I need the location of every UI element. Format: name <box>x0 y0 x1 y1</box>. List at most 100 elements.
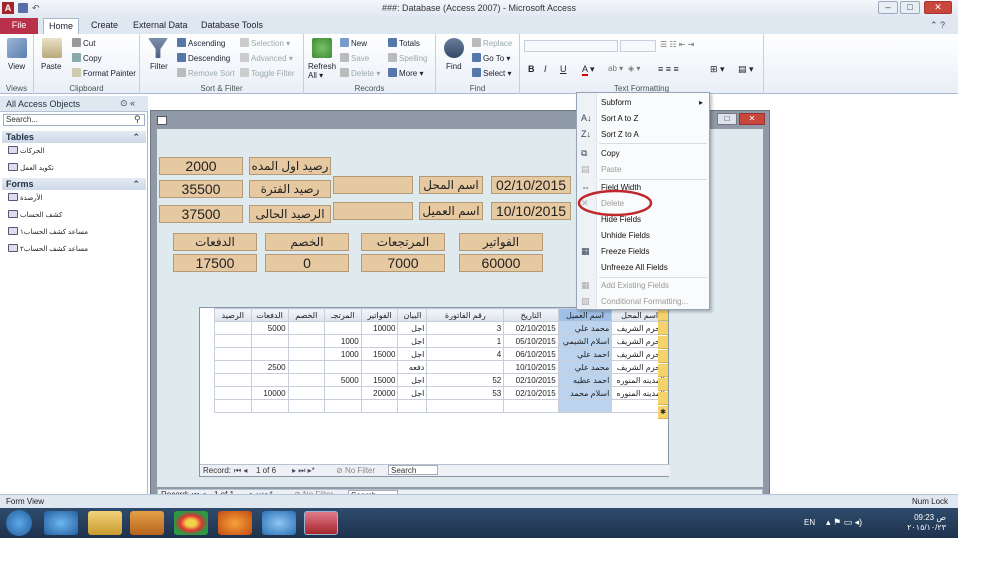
table-cell[interactable]: 5000 <box>250 321 289 335</box>
chrome-icon[interactable] <box>174 511 208 535</box>
table-cell[interactable]: 20000 <box>360 386 399 400</box>
store-name-input[interactable] <box>333 176 413 194</box>
table-cell[interactable]: اجل <box>397 373 428 387</box>
table-cell[interactable] <box>214 386 252 400</box>
new-record-button[interactable]: New <box>340 38 367 48</box>
menu-item-sort-a-z[interactable]: Sort A to Z <box>601 114 638 123</box>
table-cell[interactable]: محمد علي <box>557 321 613 335</box>
table-cell[interactable] <box>214 399 252 413</box>
table-cell[interactable]: اسلام محمد <box>557 386 613 400</box>
table-cell[interactable]: اجل <box>397 321 428 335</box>
view-icon[interactable] <box>7 38 27 58</box>
table-cell[interactable] <box>287 386 326 400</box>
nav-table-item[interactable]: تكويد العمل <box>8 163 54 172</box>
internet-explorer-icon[interactable] <box>44 511 78 535</box>
row-selector[interactable] <box>658 322 668 335</box>
tab-home[interactable]: Home <box>43 18 79 34</box>
format-painter-button[interactable]: Format Painter <box>72 68 136 78</box>
opening-balance-value[interactable]: 2000 <box>159 157 243 175</box>
table-cell[interactable] <box>503 399 559 413</box>
table-cell[interactable]: 05/10/2015 <box>503 334 559 348</box>
col-header-balance[interactable]: الرصيد <box>214 308 252 322</box>
table-cell[interactable] <box>324 321 362 335</box>
table-cell[interactable]: دفعه <box>397 360 428 374</box>
table-cell[interactable]: 1 <box>426 334 505 348</box>
row-selector[interactable] <box>658 336 668 349</box>
highlight-color-button[interactable]: ab ▾ <box>608 64 623 73</box>
row-selector[interactable] <box>658 392 668 405</box>
next-record-button[interactable]: ▸ ⏭ ▸* <box>292 465 315 476</box>
table-cell[interactable] <box>214 360 252 374</box>
table-cell[interactable] <box>250 373 289 387</box>
table-cell[interactable]: 06/10/2015 <box>503 347 559 361</box>
invoices-value[interactable]: 60000 <box>459 254 543 272</box>
start-button-icon[interactable] <box>6 510 32 536</box>
menu-item-paste[interactable]: Paste <box>601 165 621 174</box>
table-cell[interactable] <box>214 373 252 387</box>
menu-item-conditional-formatting[interactable]: Conditional Formatting... <box>601 297 688 306</box>
table-row[interactable]: 5000 15000 اجل 52 02/10/2015 احمد عطيه المدينه… <box>214 373 668 387</box>
table-cell[interactable]: 3 <box>426 321 505 335</box>
fill-color-button[interactable]: ◈ ▾ <box>628 64 640 73</box>
table-row[interactable]: 1000 اجل 1 05/10/2015 اسلام الشيمي الحرم الشر… <box>214 334 668 348</box>
alt-row-color-button[interactable]: ▤ ▾ <box>738 64 754 75</box>
nav-table-item[interactable]: الحركات <box>8 146 45 155</box>
menu-item-unfreeze-all[interactable]: Unfreeze All Fields <box>601 263 668 272</box>
menu-item-freeze-fields[interactable]: Freeze Fields <box>601 247 649 256</box>
table-row[interactable]: 2500 دفعه 10/10/2015 محمد علي الحرم الشريف <box>214 360 668 374</box>
col-header-returns[interactable]: المرتجـ <box>324 308 362 322</box>
goto-button[interactable]: Go To ▾ <box>472 53 510 63</box>
form-close-button[interactable]: ✕ <box>739 113 765 125</box>
table-cell[interactable] <box>557 399 613 413</box>
form-restore-button[interactable]: □ <box>717 113 737 125</box>
table-cell[interactable] <box>214 334 252 348</box>
nav-form-item[interactable]: مساعد كشف الحساب٢ <box>8 244 88 253</box>
payments-value[interactable]: 17500 <box>173 254 257 272</box>
search-icon[interactable]: ⚲ <box>134 114 141 125</box>
advanced-button[interactable]: Advanced ▾ <box>240 53 293 63</box>
nav-search-input[interactable]: Search... <box>3 114 145 126</box>
table-cell[interactable]: 4 <box>426 347 505 361</box>
menu-item-unhide-fields[interactable]: Unhide Fields <box>601 231 650 240</box>
font-name-dropdown[interactable] <box>524 40 618 52</box>
tab-database-tools[interactable]: Database Tools <box>201 18 263 34</box>
col-header-payments[interactable]: الدفعات <box>250 308 289 322</box>
current-balance-value[interactable]: 37500 <box>159 205 243 223</box>
returns-value[interactable]: 7000 <box>361 254 445 272</box>
no-filter-indicator[interactable]: ⊘ No Filter <box>336 465 375 476</box>
cut-button[interactable]: Cut <box>72 38 95 48</box>
app-icon[interactable] <box>262 511 296 535</box>
funnel-icon[interactable] <box>148 38 168 58</box>
table-cell[interactable] <box>360 399 399 413</box>
menu-item-copy[interactable]: Copy <box>601 149 620 158</box>
table-row[interactable]: 10000 20000 اجل 53 02/10/2015 اسلام محمد المدي… <box>214 386 668 400</box>
table-cell[interactable]: 02/10/2015 <box>503 373 559 387</box>
tray-icons[interactable]: ▴ ⚑ ▭ ◂) <box>826 517 862 528</box>
table-cell[interactable] <box>287 373 326 387</box>
nav-menu-icon[interactable]: ⊙ « <box>120 98 135 109</box>
replace-button[interactable]: Replace <box>472 38 512 48</box>
record-search-input[interactable]: Search <box>388 465 438 475</box>
table-cell[interactable]: 15000 <box>360 373 399 387</box>
table-cell[interactable]: 2500 <box>250 360 289 374</box>
date-from-input[interactable]: 02/10/2015 <box>491 176 571 194</box>
table-row[interactable]: 1000 15000 اجل 4 06/10/2015 احمد علي الحرم الش… <box>214 347 668 361</box>
select-button[interactable]: Select ▾ <box>472 68 511 78</box>
maximize-button[interactable]: □ <box>900 1 920 14</box>
copy-button[interactable]: Copy <box>72 53 102 63</box>
menu-item-sort-z-a[interactable]: Sort Z to A <box>601 130 639 139</box>
date-to-input[interactable]: 10/10/2015 <box>491 202 571 220</box>
table-cell[interactable]: اجل <box>397 386 428 400</box>
filter-button[interactable]: Filter <box>150 62 168 71</box>
table-cell[interactable]: اجل <box>397 347 428 361</box>
menu-item-subform[interactable]: Subform <box>601 98 631 107</box>
save-record-button[interactable]: Save <box>340 53 369 63</box>
new-record-star-icon[interactable]: ✱ <box>658 406 668 419</box>
col-header-invoice-no[interactable]: رقم الفاتورة <box>426 308 505 322</box>
nav-form-item[interactable]: مساعد كشف الحساب١ <box>8 227 88 236</box>
table-cell[interactable] <box>214 321 252 335</box>
table-cell[interactable]: احمد عطيه <box>557 373 613 387</box>
table-cell[interactable] <box>324 399 362 413</box>
descending-button[interactable]: Descending <box>177 53 230 63</box>
table-cell[interactable] <box>250 347 289 361</box>
